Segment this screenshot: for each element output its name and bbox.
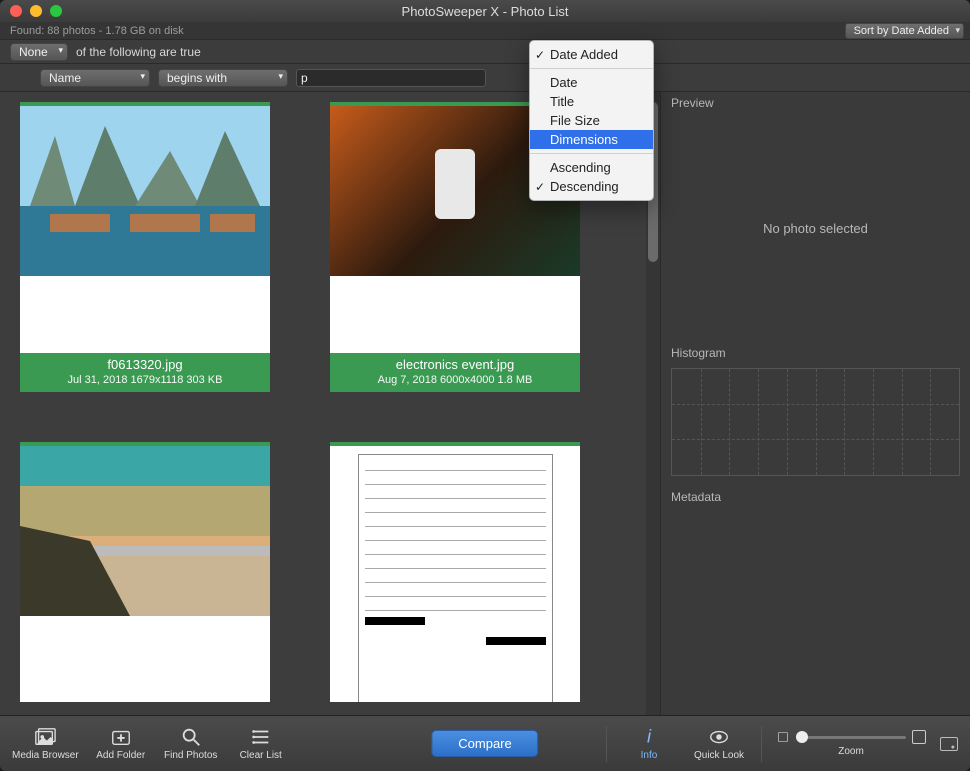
toolbar-label: Find Photos xyxy=(164,750,217,761)
metadata-title: Metadata xyxy=(661,486,970,508)
status-bar: Found: 88 photos - 1.78 GB on disk Sort … xyxy=(0,22,970,40)
quick-look-button[interactable]: Quick Look xyxy=(691,726,747,761)
find-photos-button[interactable]: Find Photos xyxy=(163,726,219,761)
zoom-out-icon[interactable] xyxy=(778,732,788,742)
info-button[interactable]: i Info xyxy=(621,726,677,761)
toolbar-label: Zoom xyxy=(838,746,864,757)
filter-follow-text: of the following are true xyxy=(76,45,201,59)
histogram-title: Histogram xyxy=(661,342,970,364)
clear-list-icon xyxy=(250,726,272,748)
preview-area: No photo selected xyxy=(661,114,970,342)
add-folder-button[interactable]: Add Folder xyxy=(93,726,149,761)
preview-title: Preview xyxy=(661,92,970,114)
filter-op-select[interactable]: begins with xyxy=(158,69,288,87)
media-browser-button[interactable]: Media Browser xyxy=(12,726,79,761)
filter-any-select[interactable]: None xyxy=(10,43,68,61)
sort-order-item[interactable]: Ascending xyxy=(530,158,653,177)
photo-meta: Aug 7, 2018 6000x4000 1.8 MB xyxy=(332,374,578,386)
filter-field-select[interactable]: Name xyxy=(40,69,150,87)
photo-card[interactable] xyxy=(330,442,580,702)
sort-item[interactable]: Date Added xyxy=(530,45,653,64)
sort-item[interactable]: File Size xyxy=(530,111,653,130)
photo-thumbnail xyxy=(20,106,270,276)
toolbar-divider xyxy=(761,726,762,762)
titlebar: PhotoSweeper X - Photo List xyxy=(0,0,970,22)
found-count-text: Found: 88 photos - 1.78 GB on disk xyxy=(10,25,184,37)
window-title: PhotoSweeper X - Photo List xyxy=(0,4,970,19)
preview-empty-text: No photo selected xyxy=(763,221,868,236)
side-panel: Preview No photo selected Histogram Meta… xyxy=(660,92,970,715)
photo-card[interactable] xyxy=(20,442,270,702)
search-icon xyxy=(180,726,202,748)
sort-item[interactable]: Title xyxy=(530,92,653,111)
photos-stack-icon xyxy=(34,726,56,748)
toolbar-label: Info xyxy=(641,750,658,761)
clear-list-button[interactable]: Clear List xyxy=(233,726,289,761)
info-icon: i xyxy=(638,726,660,748)
photo-card[interactable]: f0613320.jpg Jul 31, 2018 1679x1118 303 … xyxy=(20,102,270,392)
photo-meta: Jul 31, 2018 1679x1118 303 KB xyxy=(22,374,268,386)
toolbar-label: Clear List xyxy=(240,750,282,761)
fullscreen-person-icon[interactable] xyxy=(940,737,958,751)
zoom-in-icon[interactable] xyxy=(912,730,926,744)
compare-button[interactable]: Compare xyxy=(431,730,538,757)
toolbar-divider xyxy=(606,726,607,762)
metadata-area xyxy=(661,508,970,715)
filter-value-input[interactable] xyxy=(296,69,486,87)
filter-rule-row: Name begins with xyxy=(0,64,970,92)
photo-thumbnail xyxy=(330,446,580,696)
zoom-slider-knob[interactable] xyxy=(796,731,808,743)
toolbar-label: Media Browser xyxy=(12,750,79,761)
toolbar-label: Quick Look xyxy=(694,750,744,761)
eye-icon xyxy=(708,726,730,748)
photo-filename: f0613320.jpg xyxy=(22,357,268,372)
sort-item[interactable]: Date xyxy=(530,73,653,92)
photo-filename: electronics event.jpg xyxy=(332,357,578,372)
sort-item[interactable]: Dimensions xyxy=(530,130,653,149)
sort-button[interactable]: Sort by Date Added xyxy=(845,23,964,39)
sort-dropdown: Date Added Date Title File Size Dimensio… xyxy=(529,40,654,201)
folder-plus-icon xyxy=(110,726,132,748)
sort-order-item[interactable]: Descending xyxy=(530,177,653,196)
filter-bar: None of the following are true xyxy=(0,40,970,64)
toolbar-label: Add Folder xyxy=(96,750,145,761)
svg-text:i: i xyxy=(647,726,652,747)
zoom-slider[interactable] xyxy=(796,736,906,739)
photo-thumbnail xyxy=(20,446,270,616)
bottom-toolbar: Media Browser Add Folder Find Photos Cle… xyxy=(0,715,970,771)
histogram-area xyxy=(671,368,960,476)
